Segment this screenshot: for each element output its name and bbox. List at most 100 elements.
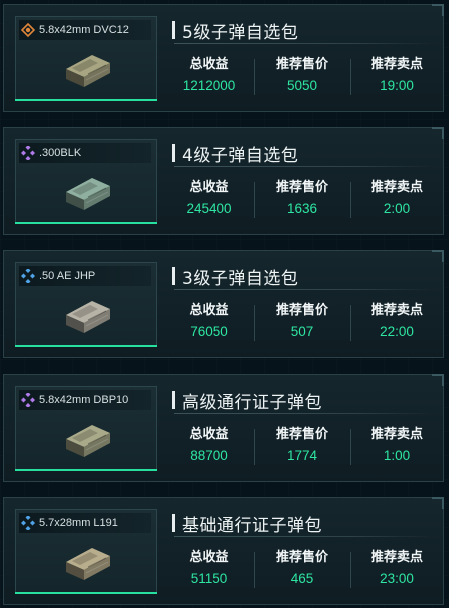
item-name: 5.8x42mm DBP10	[39, 394, 129, 406]
item-thumbnail[interactable]: 5.8x42mm DBP10	[15, 386, 157, 471]
stat-label: 推荐售价	[275, 180, 328, 195]
pack-title-row: 基础通行证子弹包	[172, 508, 434, 538]
title-divider	[174, 166, 432, 167]
item-underline	[15, 469, 157, 471]
title-divider	[174, 43, 432, 44]
purple-diamond-icon	[21, 393, 35, 407]
stat-recommended-price: 推荐售价 1636	[254, 174, 350, 224]
stat-value: 507	[290, 324, 314, 339]
item-tag: 5.8x42mm DBP10	[19, 390, 151, 410]
orange-target-icon	[21, 23, 35, 37]
stat-label: 推荐卖点	[370, 180, 423, 195]
stats-row: 总收益 51150 推荐售价 465 推荐卖点 23:00	[164, 544, 444, 594]
stat-recommended-price: 推荐售价 5050	[254, 51, 350, 101]
item-thumbnail[interactable]: 5.8x42mm DVC12	[15, 16, 157, 101]
ammo-pack-card[interactable]: 5.7x28mm L191 基础通行证子弹包 总收益 51150 推荐售价 46…	[3, 497, 444, 605]
pack-title-row: 4级子弹自选包	[172, 138, 434, 168]
stat-recommended-sell-time: 推荐卖点 1:00	[350, 421, 444, 471]
ammo-pack-card[interactable]: .50 AE JHP 3级子弹自选包 总收益 76050 推荐售价 507 推荐…	[3, 250, 444, 358]
pack-title: 高级通行证子弹包	[182, 392, 322, 413]
stat-total-profit: 总收益 245400	[164, 174, 254, 224]
pack-title: 基础通行证子弹包	[182, 515, 322, 536]
stat-label: 总收益	[189, 57, 229, 72]
title-accent-bar	[172, 514, 175, 532]
title-accent-bar	[172, 21, 175, 39]
stat-value: 76050	[190, 324, 228, 339]
item-tag: 5.8x42mm DVC12	[19, 20, 151, 40]
item-thumbnail[interactable]: .50 AE JHP	[15, 262, 157, 347]
stat-total-profit: 总收益 1212000	[164, 51, 254, 101]
ammo-box-icon	[66, 425, 110, 457]
title-accent-bar	[172, 267, 175, 285]
stat-label: 推荐卖点	[370, 427, 423, 442]
stat-total-profit: 总收益 76050	[164, 297, 254, 347]
stat-label: 推荐售价	[275, 427, 328, 442]
title-divider	[174, 289, 432, 290]
item-name: .300BLK	[39, 147, 82, 159]
pack-title: 4级子弹自选包	[182, 145, 299, 166]
item-name: 5.7x28mm L191	[39, 517, 118, 529]
stat-value: 1:00	[383, 448, 411, 463]
purple-diamond-icon	[21, 146, 35, 160]
title-divider	[174, 413, 432, 414]
stat-label: 推荐售价	[275, 550, 328, 565]
stat-recommended-price: 推荐售价 507	[254, 297, 350, 347]
stat-recommended-price: 推荐售价 1774	[254, 421, 350, 471]
stat-recommended-sell-time: 推荐卖点 23:00	[350, 544, 444, 594]
item-underline	[15, 222, 157, 224]
stat-value: 1636	[286, 201, 318, 216]
stat-value: 23:00	[380, 571, 414, 586]
blue-diamond-icon	[21, 516, 35, 530]
pack-title-row: 3级子弹自选包	[172, 261, 434, 291]
stat-value: 88700	[190, 448, 228, 463]
stat-value: 22:00	[380, 324, 414, 339]
pack-title: 5级子弹自选包	[182, 22, 299, 43]
title-divider	[174, 536, 432, 537]
stat-recommended-sell-time: 推荐卖点 19:00	[350, 51, 444, 101]
stat-value: 2:00	[383, 201, 411, 216]
pack-title: 3级子弹自选包	[182, 268, 299, 289]
ammo-pack-list: { "cards": [ { "item_name": "5.8x42mm DV…	[0, 0, 449, 608]
stat-total-profit: 总收益 88700	[164, 421, 254, 471]
stats-row: 总收益 1212000 推荐售价 5050 推荐卖点 19:00	[164, 51, 444, 101]
stat-label: 总收益	[189, 427, 229, 442]
stats-row: 总收益 76050 推荐售价 507 推荐卖点 22:00	[164, 297, 444, 347]
stat-value: 51150	[190, 571, 228, 586]
blue-diamond-icon	[21, 269, 35, 283]
stat-label: 总收益	[189, 180, 229, 195]
ammo-pack-card[interactable]: 5.8x42mm DBP10 高级通行证子弹包 总收益 88700 推荐售价 1…	[3, 374, 444, 482]
stat-value: 5050	[286, 78, 318, 93]
item-name: .50 AE JHP	[39, 270, 96, 282]
stat-recommended-sell-time: 推荐卖点 2:00	[350, 174, 444, 224]
stat-value: 1212000	[182, 78, 236, 93]
title-accent-bar	[172, 144, 175, 162]
stat-value: 245400	[186, 201, 232, 216]
pack-title-row: 高级通行证子弹包	[172, 385, 434, 415]
item-underline	[15, 592, 157, 594]
item-tag: .50 AE JHP	[19, 266, 151, 286]
ammo-box-icon	[66, 301, 110, 333]
stat-label: 总收益	[189, 550, 229, 565]
ammo-box-icon	[66, 548, 110, 580]
item-thumbnail[interactable]: .300BLK	[15, 139, 157, 224]
ammo-pack-card[interactable]: 5.8x42mm DVC12 5级子弹自选包 总收益 1212000 推荐售价 …	[3, 4, 444, 112]
ammo-pack-card[interactable]: .300BLK 4级子弹自选包 总收益 245400 推荐售价 1636 推荐卖…	[3, 127, 444, 235]
item-name: 5.8x42mm DVC12	[39, 24, 129, 36]
stat-label: 推荐售价	[275, 303, 328, 318]
stat-recommended-sell-time: 推荐卖点 22:00	[350, 297, 444, 347]
item-tag: 5.7x28mm L191	[19, 513, 151, 533]
stat-value: 465	[290, 571, 314, 586]
stat-recommended-price: 推荐售价 465	[254, 544, 350, 594]
item-underline	[15, 345, 157, 347]
stats-row: 总收益 245400 推荐售价 1636 推荐卖点 2:00	[164, 174, 444, 224]
ammo-box-icon	[66, 55, 110, 87]
ammo-box-icon	[66, 178, 110, 210]
stat-value: 19:00	[380, 78, 414, 93]
item-tag: .300BLK	[19, 143, 151, 163]
item-thumbnail[interactable]: 5.7x28mm L191	[15, 509, 157, 594]
item-underline	[15, 99, 157, 101]
title-accent-bar	[172, 391, 175, 409]
stat-label: 推荐售价	[275, 57, 328, 72]
stat-label: 推荐卖点	[370, 57, 423, 72]
stat-label: 总收益	[189, 303, 229, 318]
